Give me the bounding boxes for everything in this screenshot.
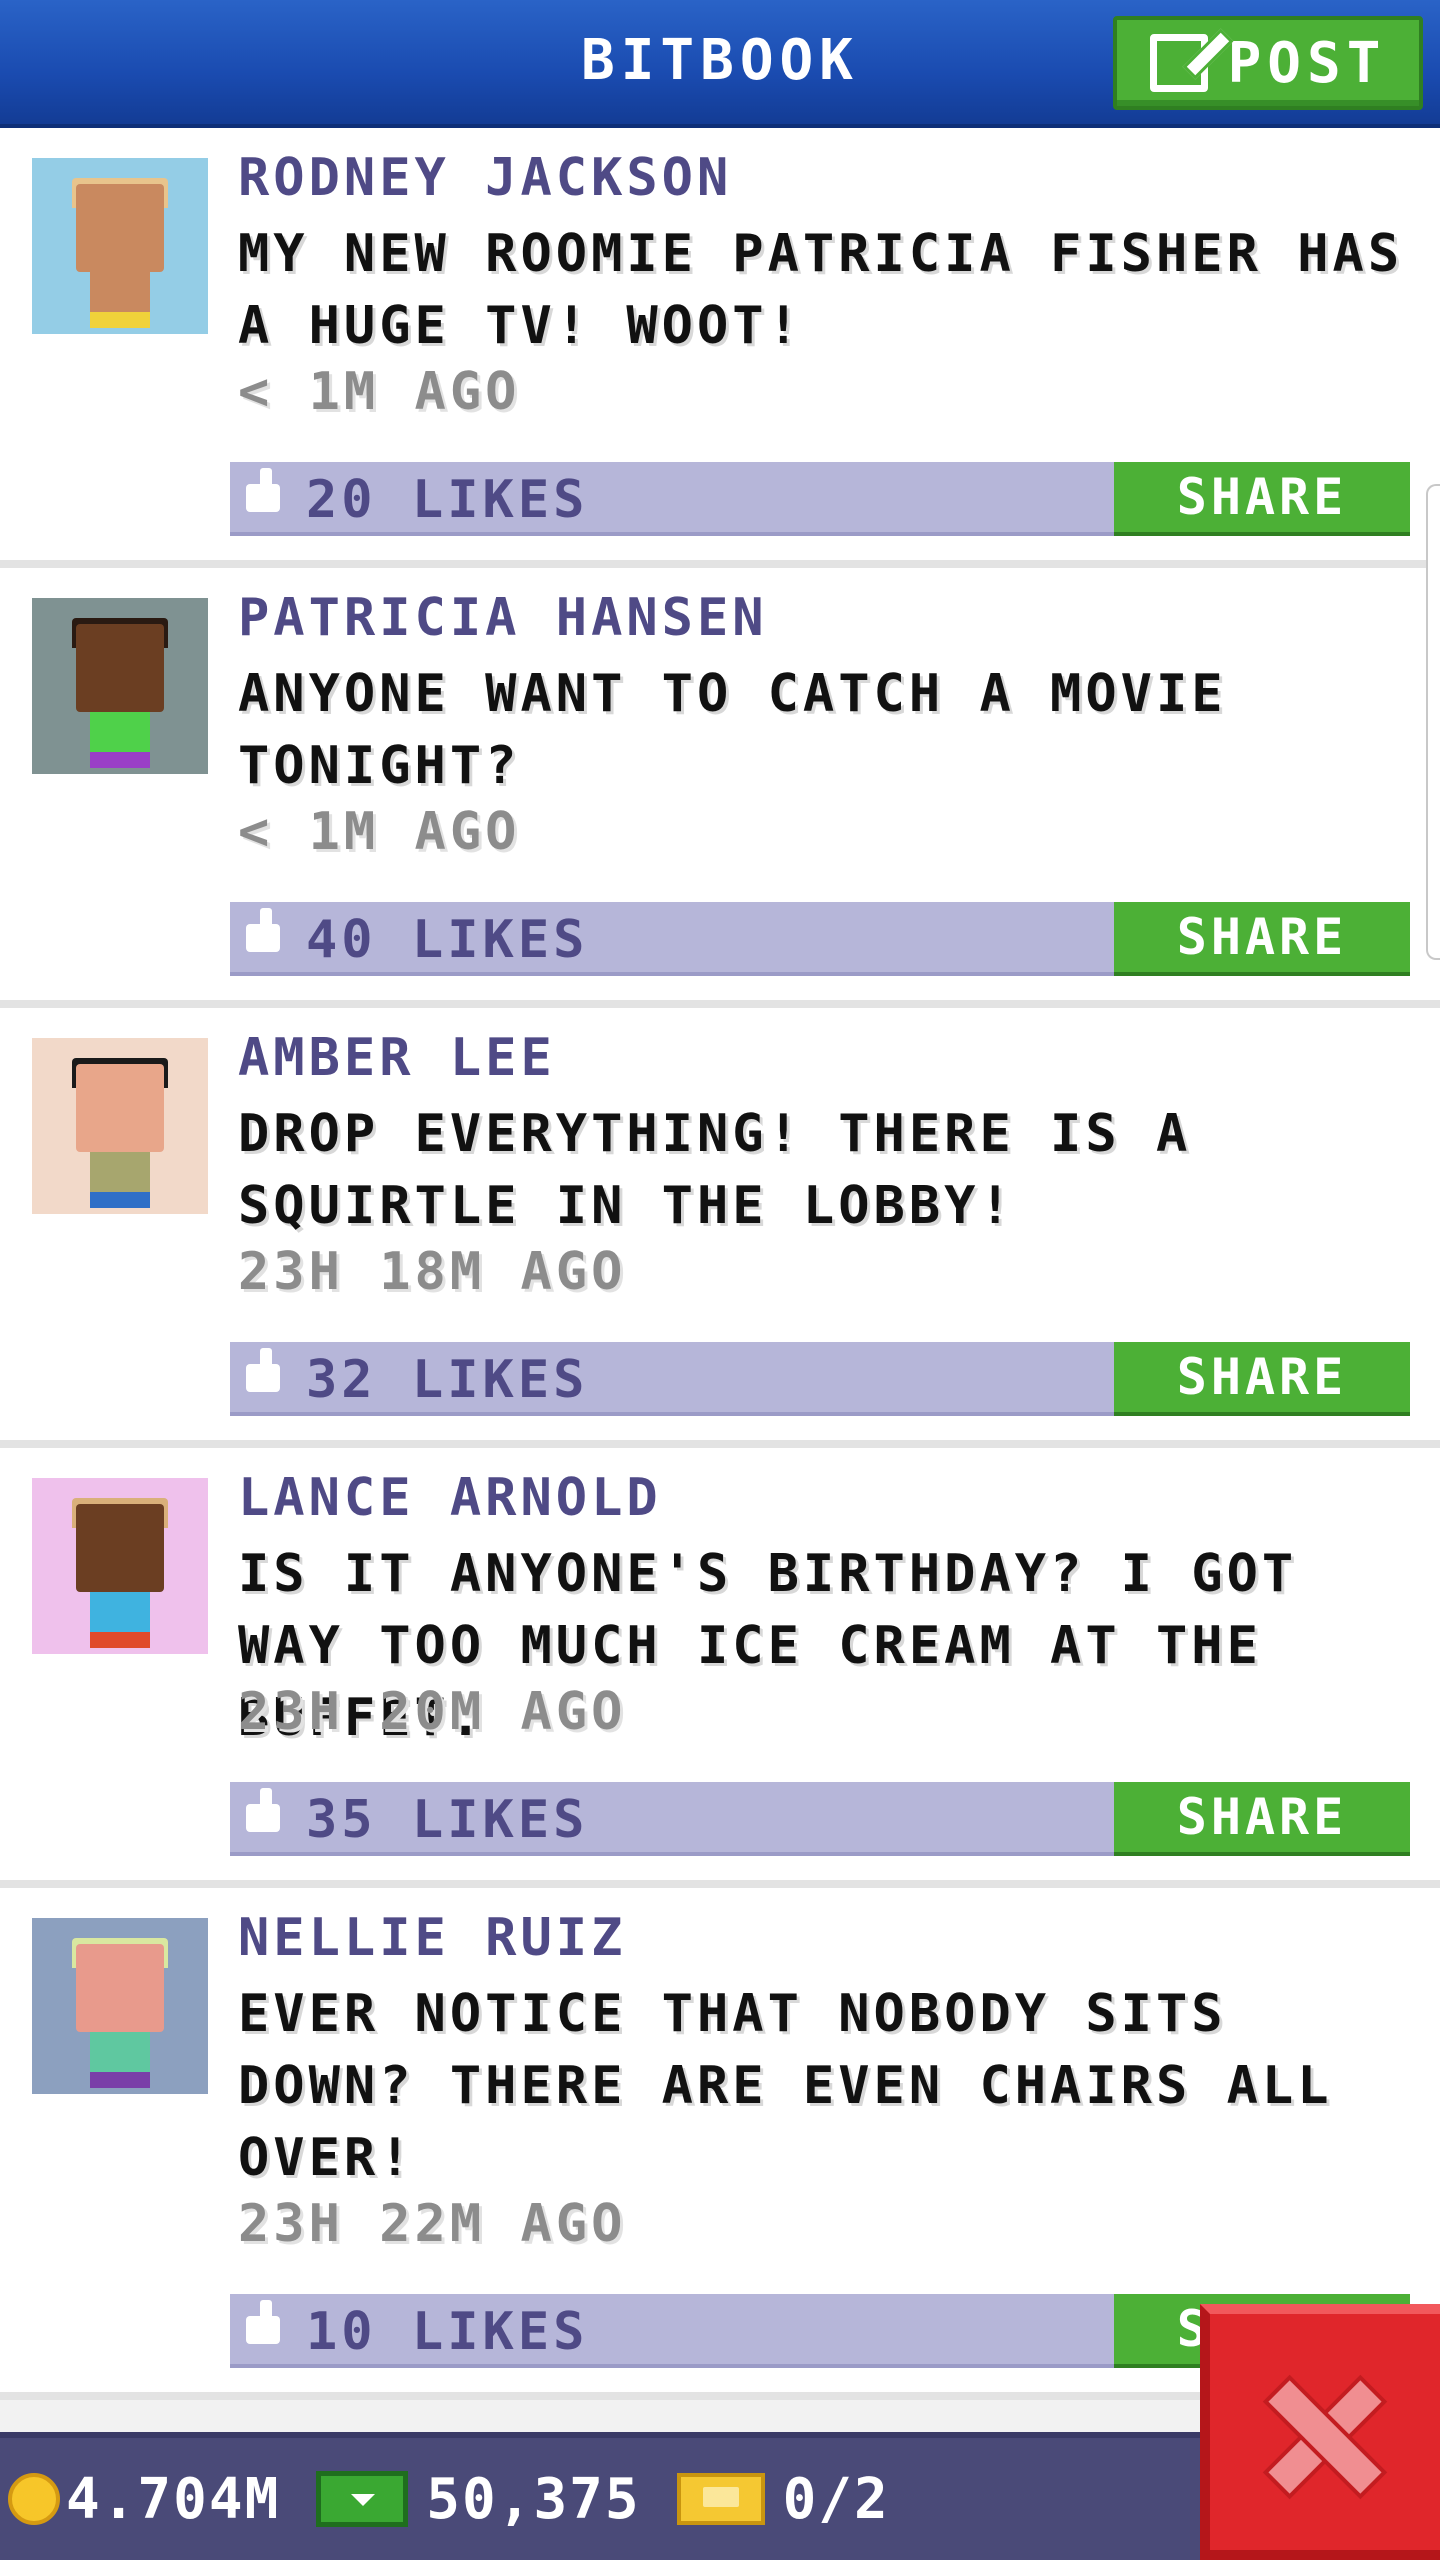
post-button-label: POST (1227, 30, 1387, 96)
share-button[interactable]: SHARE (1114, 462, 1410, 536)
post-time: < 1M AGO (238, 362, 521, 422)
post-button[interactable]: POST (1113, 16, 1423, 110)
likes-bar: 40 LIKES SHARE (230, 902, 1410, 976)
coin-icon (8, 2473, 60, 2525)
thumbs-up-icon (246, 2300, 280, 2344)
feed-post: PATRICIA HANSEN ANYONE WANT TO CATCH A MO… (0, 568, 1440, 1008)
ticket-count: 0/2 (782, 2466, 890, 2532)
bux-balance: 50,375 (426, 2466, 641, 2532)
feed-post: LANCE ARNOLD IS IT ANYONE'S BIRTHDAY? I G… (0, 1448, 1440, 1888)
share-button[interactable]: SHARE (1114, 902, 1410, 976)
feed-post: AMBER LEE DROP EVERYTHING! THERE IS A SQU… (0, 1008, 1440, 1448)
avatar[interactable] (32, 1478, 208, 1654)
ticket-icon (676, 2473, 765, 2525)
likes-bar: 32 LIKES SHARE (230, 1342, 1410, 1416)
post-time: 23H 22M AGO (238, 2194, 627, 2254)
post-time: < 1M AGO (238, 802, 521, 862)
top-bar: BITBOOK POST (0, 0, 1440, 128)
post-message: MY NEW ROOMIE PATRICIA FISHER HAS A HUGE… (238, 224, 1404, 356)
likes-count: 35 LIKES (306, 1790, 589, 1850)
thumbs-up-icon (246, 1348, 280, 1392)
author-name[interactable]: AMBER LEE (238, 1028, 556, 1088)
share-button[interactable]: SHARE (1114, 1782, 1410, 1856)
likes-bar: 35 LIKES SHARE (230, 1782, 1410, 1856)
share-button[interactable]: SHARE (1114, 1342, 1410, 1416)
close-icon (1270, 2382, 1380, 2492)
post-time: 23H 18M AGO (238, 1242, 627, 1302)
post-message: DROP EVERYTHING! THERE IS A SQUIRTLE IN … (238, 1104, 1192, 1236)
post-edit-icon (1149, 34, 1208, 92)
likes-bar: 20 LIKES SHARE (230, 462, 1410, 536)
post-message: EVER NOTICE THAT NOBODY SITS DOWN? THERE… (238, 1984, 1333, 2188)
likes-count: 32 LIKES (306, 1350, 589, 1410)
likes-count: 40 LIKES (306, 910, 589, 970)
author-name[interactable]: LANCE ARNOLD (238, 1468, 662, 1528)
thumbs-up-icon (246, 908, 280, 952)
avatar[interactable] (32, 1918, 208, 2094)
coin-balance: 4.704M (66, 2466, 281, 2532)
post-message: ANYONE WANT TO CATCH A MOVIE TONIGHT? (238, 664, 1227, 796)
post-time: 23H 20M AGO (238, 1682, 627, 1742)
close-button[interactable] (1200, 2304, 1440, 2560)
thumbs-up-icon (246, 1788, 280, 1832)
avatar[interactable] (32, 598, 208, 774)
author-name[interactable]: NELLIE RUIZ (238, 1908, 626, 1968)
avatar[interactable] (32, 1038, 208, 1214)
author-name[interactable]: RODNEY JACKSON (238, 148, 732, 208)
author-name[interactable]: PATRICIA HANSEN (238, 588, 768, 648)
likes-count: 20 LIKES (306, 470, 589, 530)
avatar[interactable] (32, 158, 208, 334)
scroll-indicator[interactable] (1426, 484, 1440, 960)
likes-count: 10 LIKES (306, 2302, 589, 2362)
thumbs-up-icon (246, 468, 280, 512)
bux-icon (316, 2471, 409, 2527)
feed-post: RODNEY JACKSON MY NEW ROOMIE PATRICIA FIS… (0, 128, 1440, 568)
